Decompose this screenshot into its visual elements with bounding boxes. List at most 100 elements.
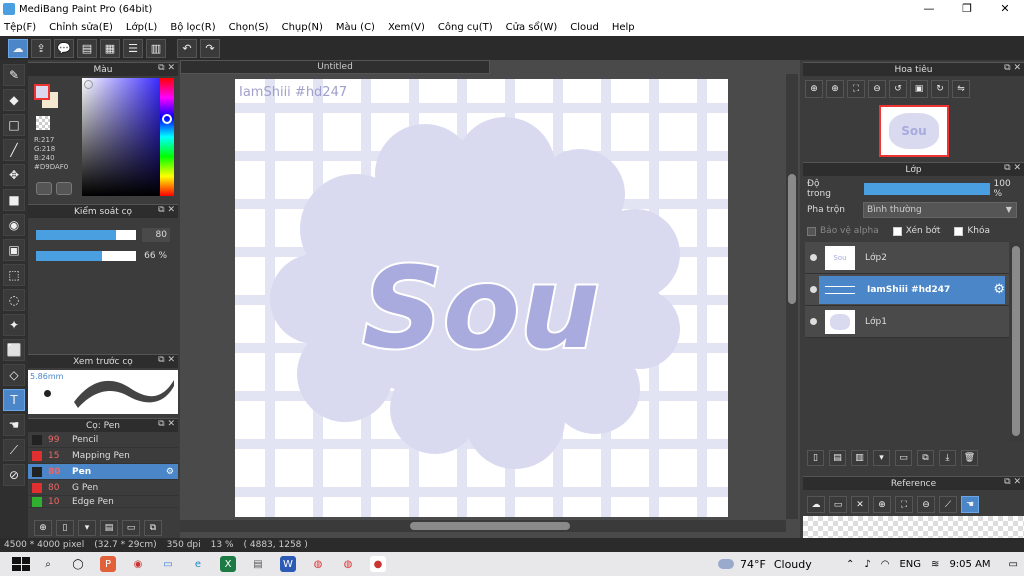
panel-close-icon[interactable]: ⧉ ✕ [1004, 163, 1021, 173]
brush-item-edge-pen[interactable]: 10 Edge Pen [28, 496, 178, 508]
layer-item-lop1[interactable]: Lớp1 [805, 306, 1009, 338]
close-button[interactable]: ✕ [986, 0, 1024, 18]
canvas-horizontal-scrollbar[interactable] [180, 520, 786, 532]
excel-icon[interactable]: X [220, 556, 236, 572]
checkbox-box[interactable] [807, 226, 816, 236]
chrome-profile-icon[interactable]: ◍ [340, 556, 356, 572]
panel-close-icon[interactable]: ⧉ ✕ [158, 63, 175, 73]
weather-widget[interactable]: 74°F Cloudy [718, 552, 812, 576]
layer-item-text[interactable]: IamShiii #hd247 ⚙ [805, 274, 1009, 306]
restore-button[interactable]: ❐ [948, 0, 986, 18]
add-brush-icon[interactable]: ⊕ [34, 520, 52, 536]
clipping-checkbox[interactable]: Xén bớt [892, 226, 940, 236]
bucket-tool-icon[interactable]: ◉ [3, 214, 25, 236]
fit-icon[interactable]: ⛶ [847, 80, 865, 98]
brush-size-value[interactable]: 80 [142, 228, 170, 242]
palette-add-icon[interactable] [56, 182, 72, 195]
file-explorer-icon[interactable]: ▤ [250, 556, 266, 572]
new-brush-icon[interactable]: ▯ [56, 520, 74, 536]
document-canvas[interactable]: IamShiii #hd247 Sou [235, 79, 728, 517]
windows-start-icon[interactable] [12, 557, 30, 571]
brush-size-slider[interactable] [36, 230, 136, 240]
scroll-thumb[interactable] [788, 174, 796, 304]
foreground-color-swatch[interactable] [34, 84, 50, 100]
navigator-thumbnail[interactable]: Sou [879, 105, 949, 157]
saturation-value-picker[interactable] [82, 78, 160, 196]
fit-icon[interactable]: ⛶ [895, 496, 913, 513]
transparent-color-swatch[interactable] [36, 116, 50, 130]
zoom-out-icon[interactable]: ⊖ [917, 496, 935, 513]
gradient-tool-icon[interactable]: ▣ [3, 239, 25, 261]
scroll-thumb[interactable] [410, 522, 570, 530]
visibility-icon[interactable] [810, 286, 817, 293]
lock-checkbox[interactable]: Khóa [954, 226, 990, 236]
network-icon[interactable]: ◠ [881, 559, 890, 570]
rotate-left-icon[interactable]: ↺ [889, 80, 907, 98]
redo-icon[interactable]: ↷ [200, 38, 220, 58]
speaker-icon[interactable]: ♪ [864, 559, 870, 570]
brush-duplicate-icon[interactable]: ⧉ [144, 520, 162, 536]
panel-close-icon[interactable]: ⧉ ✕ [1004, 477, 1021, 487]
dropper-icon[interactable]: ⊘ [3, 464, 25, 486]
notification-icon[interactable]: ▭ [1009, 559, 1018, 570]
brush-menu-icon[interactable]: ▾ [78, 520, 96, 536]
powerpoint-icon[interactable]: P [100, 556, 116, 572]
brush-item-pen[interactable]: 80 Pen ⚙ [28, 464, 178, 480]
menu-view[interactable]: Xem(V) [388, 22, 425, 33]
hue-slider[interactable] [160, 78, 174, 196]
cloud-upload-icon[interactable]: ☁ [807, 496, 825, 513]
menu-snap[interactable]: Chụp(N) [282, 22, 323, 33]
cloud-icon[interactable]: ☁ [8, 38, 28, 58]
checkbox-box[interactable] [954, 226, 964, 236]
panel-close-icon[interactable]: ⧉ ✕ [1004, 63, 1021, 73]
panel-close-icon[interactable]: ⧉ ✕ [158, 355, 175, 365]
wifi-icon[interactable]: ≋ [931, 559, 939, 570]
close-icon[interactable]: ✕ [851, 496, 869, 513]
merge-layer-icon[interactable]: ⤓ [939, 450, 956, 466]
panel-icon[interactable]: ▦ [100, 38, 120, 58]
document-tab[interactable]: Untitled [180, 60, 490, 74]
gear-icon[interactable]: ⚙ [993, 282, 1005, 297]
hand-tool-icon[interactable]: ☚ [3, 414, 25, 436]
task-view-icon[interactable]: ◯ [70, 556, 86, 572]
add-layer-menu-icon[interactable]: ▾ [873, 450, 890, 466]
open-folder-icon[interactable]: ▭ [829, 496, 847, 513]
layer-item-lop2[interactable]: Sou Lớp2 [805, 242, 1009, 274]
blend-mode-select[interactable]: Bình thường ▼ [862, 202, 1017, 218]
hand-icon[interactable]: ☚ [961, 496, 979, 513]
media-player-icon[interactable]: ◉ [130, 556, 146, 572]
flip-icon[interactable]: ⇋ [952, 80, 970, 98]
clock[interactable]: 9:05 AM [949, 559, 990, 570]
gear-icon[interactable]: ⚙ [166, 467, 174, 477]
hue-marker[interactable] [162, 114, 172, 124]
palette-icon[interactable] [36, 182, 52, 195]
undo-icon[interactable]: ↶ [177, 38, 197, 58]
select-eraser-icon[interactable]: ◇ [3, 364, 25, 386]
layer-opacity-slider[interactable] [864, 183, 990, 195]
protect-alpha-checkbox[interactable]: Bảo vệ alpha [807, 226, 879, 236]
brush-item-mapping-pen[interactable]: 15 Mapping Pen [28, 448, 178, 464]
eyedropper-tool-icon[interactable]: ⟋ [3, 439, 25, 461]
zoom-out-icon[interactable]: ⊖ [868, 80, 886, 98]
panel-close-icon[interactable]: ⧉ ✕ [158, 205, 175, 215]
new-layer-icon[interactable]: ▯ [807, 450, 824, 466]
brush-opacity-value[interactable]: 66 % [142, 249, 170, 263]
brush-item-pencil[interactable]: 99 Pencil [28, 432, 178, 448]
eraser-tool-icon[interactable]: ◆ [3, 89, 25, 111]
medibang-icon[interactable]: ● [370, 556, 386, 572]
menu-color[interactable]: Màu (C) [336, 22, 375, 33]
magic-wand-icon[interactable]: ✦ [3, 314, 25, 336]
menu-layer[interactable]: Lớp(L) [126, 22, 157, 33]
menu-filter[interactable]: Bộ lọc(R) [170, 22, 215, 33]
duplicate-layer-icon[interactable]: ⧉ [917, 450, 934, 466]
fullscreen-icon[interactable]: ▣ [910, 80, 928, 98]
select-pen-icon[interactable]: ⬜ [3, 339, 25, 361]
brush-opacity-slider[interactable] [36, 251, 136, 261]
text-tool-icon[interactable]: T [3, 389, 25, 411]
active-layer-body[interactable]: IamShiii #hd247 [819, 276, 1005, 304]
layer-scrollbar[interactable] [1010, 242, 1022, 442]
scroll-thumb[interactable] [1012, 246, 1020, 436]
minimize-button[interactable]: — [910, 0, 948, 18]
search-icon[interactable]: ⌕ [40, 556, 56, 572]
rotate-right-icon[interactable]: ↻ [931, 80, 949, 98]
